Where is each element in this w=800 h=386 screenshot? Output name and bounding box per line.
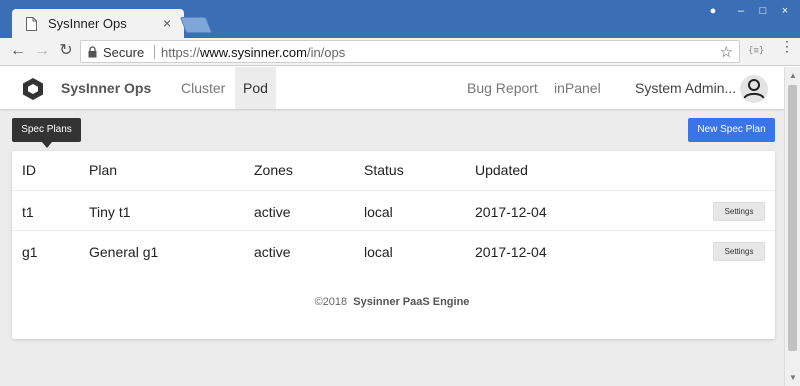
address-bar[interactable]: Secure https://www.sysinner.com/in/ops ☆ (80, 40, 740, 63)
cell-updated: 2017-12-04 (475, 244, 547, 260)
cell-updated: 2017-12-04 (475, 204, 547, 220)
browser-toolbar: ← → ↻ Secure https://www.sysinner.com/in… (0, 38, 800, 66)
tab-close-icon[interactable]: × (163, 15, 171, 31)
reload-icon[interactable]: ↻ (56, 41, 76, 61)
cell-id: g1 (22, 244, 38, 260)
user-avatar-icon[interactable] (739, 74, 769, 104)
cell-status: local (364, 204, 393, 220)
spec-plans-tooltip: Spec Plans (12, 118, 81, 142)
back-arrow-icon[interactable]: ← (8, 41, 28, 61)
cell-plan: Tiny t1 (89, 204, 131, 220)
settings-button[interactable]: Settings (713, 202, 765, 221)
maximize-icon[interactable]: □ (754, 4, 772, 18)
bookmark-star-icon[interactable]: ☆ (720, 43, 733, 61)
browser-tab[interactable]: SysInner Ops × (12, 9, 184, 38)
scroll-up-arrow-icon[interactable]: ▲ (789, 71, 797, 80)
page-footer: ©2018 Sysinner PaaS Engine (0, 296, 784, 308)
url-text: https://www.sysinner.com/in/ops (161, 45, 345, 60)
column-header-id: ID (22, 162, 36, 178)
nav-item-inpanel[interactable]: inPanel (546, 67, 609, 109)
cell-status: local (364, 244, 393, 260)
tooltip-arrow (42, 142, 52, 148)
cell-zones: active (254, 244, 291, 260)
nav-item-pod[interactable]: Pod (235, 67, 276, 109)
cell-id: t1 (22, 204, 34, 220)
url-host: www.sysinner.com (200, 45, 307, 60)
cell-zones: active (254, 204, 291, 220)
spec-plans-table: ID Plan Zones Status Updated t1 Tiny t1 … (12, 151, 775, 339)
page-icon (26, 17, 37, 31)
column-header-zones: Zones (254, 162, 293, 178)
footer-engine-name: Sysinner PaaS Engine (353, 296, 470, 308)
cell-plan: General g1 (89, 244, 159, 260)
page-content: SysInner Ops Cluster Pod Bug Report inPa… (0, 67, 784, 386)
tab-title: SysInner Ops (48, 16, 127, 31)
column-header-status: Status (364, 162, 404, 178)
footer-copyright: ©2018 (314, 296, 348, 308)
forward-arrow-icon[interactable]: → (32, 41, 52, 61)
nav-item-bug-report[interactable]: Bug Report (459, 67, 546, 109)
column-header-plan: Plan (89, 162, 118, 178)
table-row: g1 General g1 active local 2017-12-04 Se… (12, 231, 775, 271)
close-window-icon[interactable]: × (776, 4, 794, 18)
logo-hexagon-icon (23, 78, 43, 100)
vertical-scrollbar[interactable]: ▲ ▼ (784, 67, 800, 386)
nav-item-cluster[interactable]: Cluster (173, 67, 233, 109)
minimize-icon[interactable]: – (732, 4, 750, 18)
table-row: t1 Tiny t1 active local 2017-12-04 Setti… (12, 191, 775, 231)
secure-label: Secure (103, 45, 145, 60)
app-navbar: SysInner Ops Cluster Pod Bug Report inPa… (0, 67, 784, 109)
lock-icon (88, 46, 97, 58)
nav-item-user[interactable]: System Admin... (627, 67, 744, 109)
new-tab-button[interactable] (179, 17, 213, 33)
window-titlebar: SysInner Ops × ● – □ × (0, 0, 800, 38)
address-divider (154, 45, 155, 59)
settings-button[interactable]: Settings (713, 242, 765, 261)
scrollbar-thumb[interactable] (788, 85, 797, 351)
url-scheme: https:// (161, 45, 201, 60)
url-path: /in/ops (306, 45, 346, 60)
table-header-row: ID Plan Zones Status Updated (12, 151, 775, 191)
new-spec-plan-button[interactable]: New Spec Plan (688, 118, 775, 142)
extension-icon[interactable]: {≡} (748, 46, 764, 56)
profile-icon[interactable]: ● (704, 4, 722, 18)
scroll-down-arrow-icon[interactable]: ▼ (789, 373, 797, 382)
brand-title[interactable]: SysInner Ops (61, 80, 151, 96)
browser-menu-icon[interactable]: ⋮ (780, 39, 794, 53)
column-header-updated: Updated (475, 162, 528, 178)
